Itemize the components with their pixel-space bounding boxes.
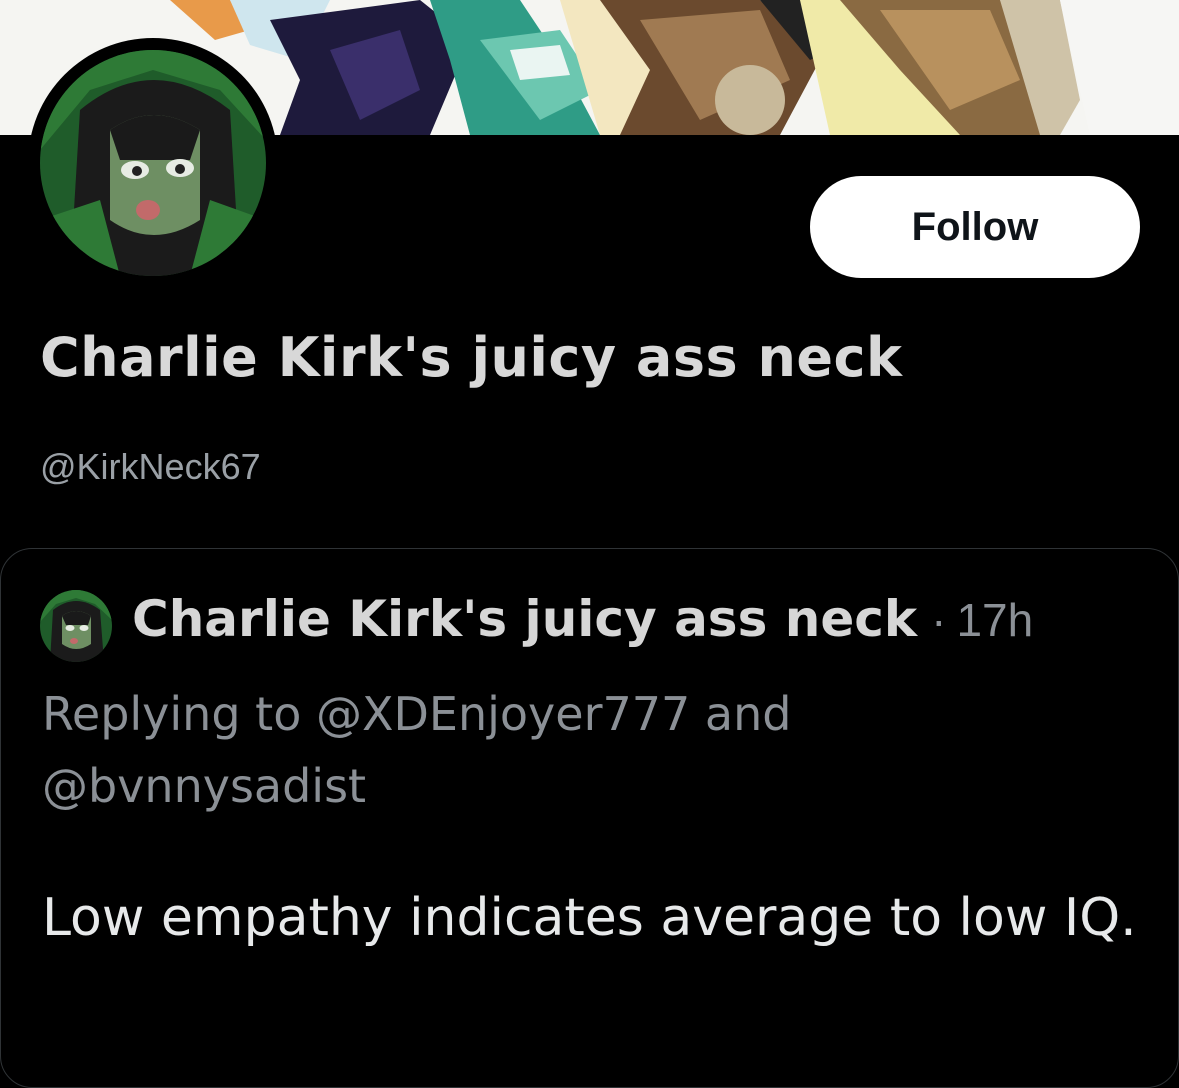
replying-to-line: Replying to @XDEnjoyer777 and @bvnnysadi…	[42, 678, 1142, 822]
profile-handle: @KirkNeck67	[40, 446, 261, 487]
reply-mention-link[interactable]: @bvnnysadist	[42, 759, 366, 813]
profile-display-name: Charlie Kirk's juicy ass neck	[40, 326, 903, 389]
tweet-timestamp[interactable]: 17h	[956, 593, 1033, 647]
reply-mention-link[interactable]: @XDEnjoyer777	[316, 687, 690, 741]
follow-button[interactable]: Follow	[810, 176, 1140, 278]
tweet-author-name[interactable]: Charlie Kirk's juicy ass neck	[132, 590, 917, 648]
profile-avatar[interactable]	[28, 38, 278, 288]
tweet-author-avatar[interactable]	[40, 590, 112, 662]
tweet-text: Low empathy indicates average to low IQ.	[42, 888, 1137, 948]
replying-joiner: and	[704, 687, 792, 741]
tweet-header: Charlie Kirk's juicy ass neck · 17h	[132, 590, 1033, 648]
anime-character-avatar-icon	[40, 50, 266, 276]
avatar	[40, 50, 266, 276]
anime-character-avatar-icon	[40, 590, 112, 662]
replying-prefix: Replying to	[42, 687, 302, 741]
tweet-separator: ·	[931, 594, 947, 646]
